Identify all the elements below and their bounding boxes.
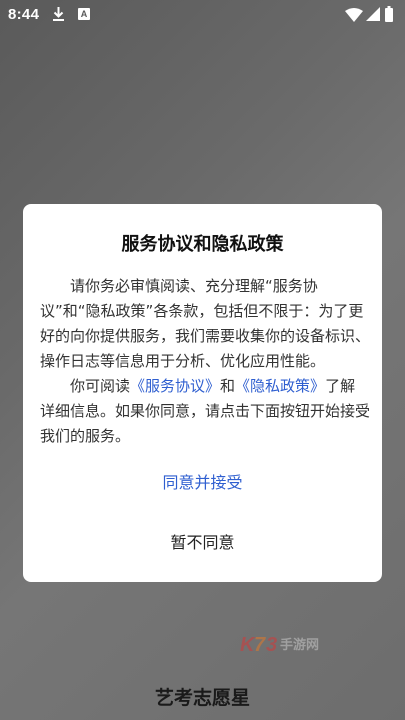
screen: 8:44 A 服务协议和隐私政策 请你务必审慎阅读、充分理解“服务协议”和“隐私… bbox=[0, 0, 405, 720]
app-name: 艺考志愿星 bbox=[154, 687, 250, 709]
svg-text:手游网: 手游网 bbox=[280, 637, 319, 653]
svg-text:7: 7 bbox=[254, 634, 266, 656]
download-icon bbox=[53, 7, 64, 21]
decline-button[interactable]: 暂不同意 bbox=[23, 526, 382, 560]
a-icon: A bbox=[78, 8, 90, 20]
dialog-paragraph-1: 请你务必审慎阅读、充分理解“服务协议”和“隐私政策”各条款，包括但不限于：为了更… bbox=[40, 277, 371, 370]
status-bar: 8:44 A bbox=[0, 0, 405, 30]
status-time: 8:44 bbox=[8, 6, 40, 23]
accept-button[interactable]: 同意并接受 bbox=[23, 466, 382, 500]
paragraph-2-prefix: 你可阅读 bbox=[70, 377, 131, 395]
battery-icon bbox=[385, 6, 393, 22]
signal-icon bbox=[366, 7, 380, 21]
privacy-policy-link[interactable]: 《隐私政策》 bbox=[235, 377, 325, 395]
dialog-title: 服务协议和隐私政策 bbox=[121, 234, 284, 255]
service-agreement-link[interactable]: 《服务协议》 bbox=[130, 377, 220, 395]
dialog-paragraph-2: 你可阅读《服务协议》和《隐私政策》了解详细信息。如果你同意，请点击下面按钮开始接… bbox=[40, 374, 370, 449]
dialog-body: 请你务必审慎阅读、充分理解“服务协议”和“隐私政策”各条款，包括但不限于：为了更… bbox=[40, 274, 370, 449]
paragraph-2-and: 和 bbox=[220, 377, 236, 395]
svg-text:3: 3 bbox=[266, 634, 277, 656]
agreement-dialog: 服务协议和隐私政策 请你务必审慎阅读、充分理解“服务协议”和“隐私政策”各条款，… bbox=[23, 204, 382, 582]
k73-watermark-logo: K 7 3 手游网 bbox=[240, 634, 319, 656]
wifi-icon bbox=[345, 8, 363, 22]
